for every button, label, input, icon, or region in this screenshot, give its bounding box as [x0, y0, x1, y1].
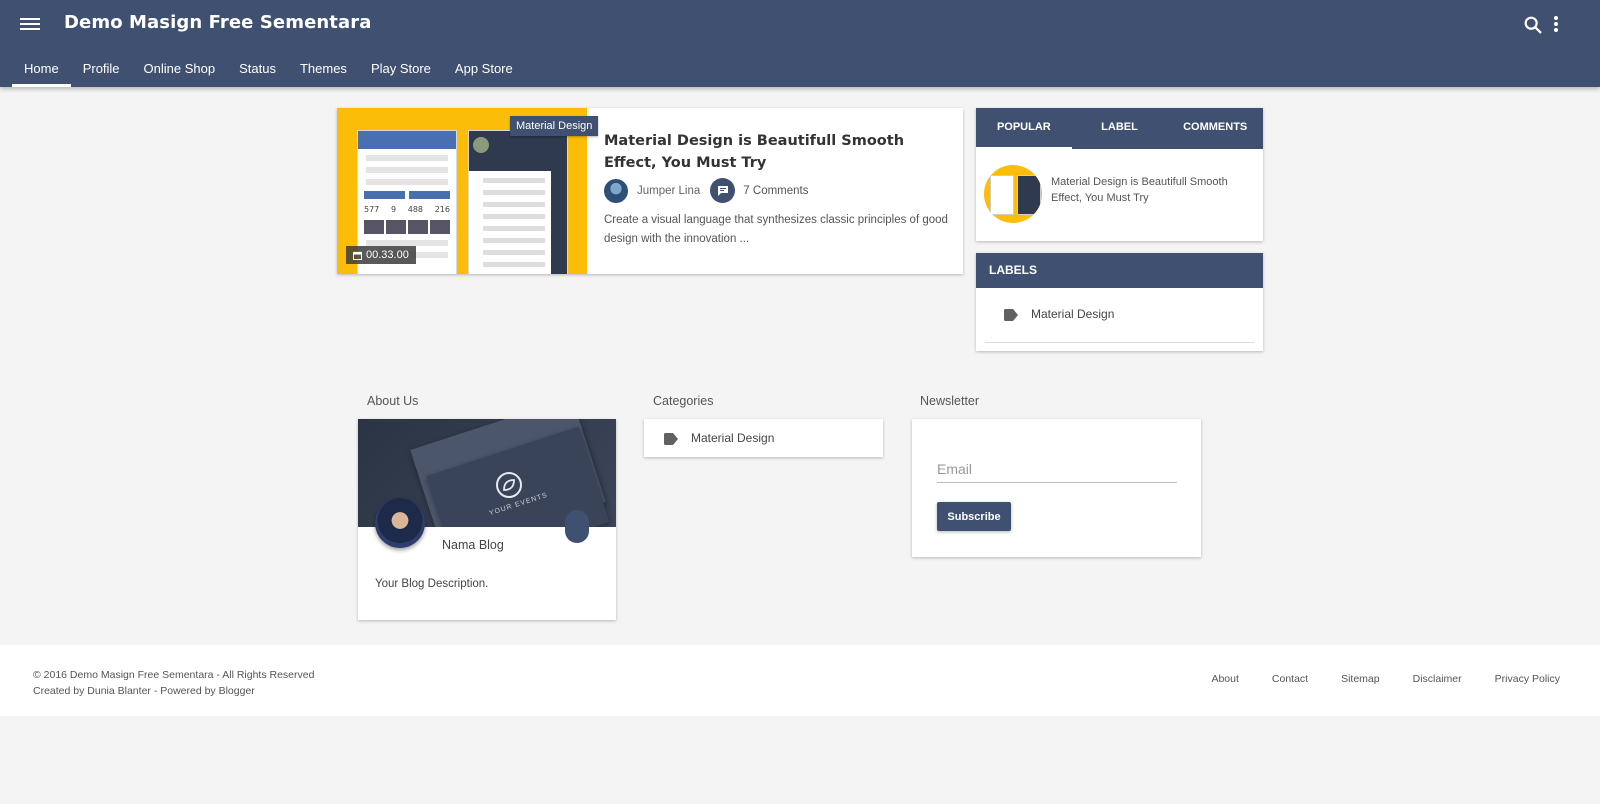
calendar-icon [353, 251, 362, 260]
tag-icon [664, 433, 678, 445]
footer-link-contact[interactable]: Contact [1272, 673, 1308, 685]
post-title[interactable]: Material Design is Beautifull Smooth Eff… [604, 130, 944, 174]
categories-widget-title: Categories [653, 394, 714, 408]
about-widget-title: About Us [367, 394, 419, 408]
post-excerpt: Create a visual language that synthesize… [604, 214, 948, 245]
blog-description: Your Blog Description. [375, 578, 489, 590]
footer-link-privacy-policy[interactable]: Privacy Policy [1495, 673, 1560, 685]
thumb-stats: 577 9 488 216 [364, 205, 450, 214]
copyright-text: © 2016 Demo Masign Free Sementara - All … [33, 669, 315, 681]
nav-item-home[interactable]: Home [12, 54, 71, 87]
menu-icon[interactable] [20, 15, 40, 35]
popular-post-item[interactable]: Material Design is Beautifull Smooth Eff… [984, 165, 1251, 223]
post-time-badge: 00.33.00 [346, 246, 416, 264]
tab-label[interactable]: LABEL [1072, 108, 1168, 149]
footer-links: About Contact Sitemap Disclaimer Privacy… [1211, 673, 1560, 685]
tag-icon [1004, 309, 1018, 321]
labels-widget-title: LABELS [976, 253, 1263, 288]
footer-link-sitemap[interactable]: Sitemap [1341, 673, 1380, 685]
nav-item-themes[interactable]: Themes [288, 54, 359, 87]
email-field[interactable] [937, 455, 1177, 483]
newsletter-widget: Subscribe [912, 419, 1201, 557]
post-card: 577 9 488 216 00.33.00 Material Design M… [337, 108, 963, 274]
footer-copyright: © 2016 Demo Masign Free Sementara - All … [33, 667, 314, 699]
nav-item-play-store[interactable]: Play Store [359, 54, 443, 87]
nav-item-profile[interactable]: Profile [71, 54, 132, 87]
top-app-bar: Demo Masign Free Sementara Home Profile … [0, 0, 1600, 87]
tab-comments[interactable]: COMMENTS [1167, 108, 1263, 149]
main-nav: Home Profile Online Shop Status Themes P… [12, 54, 525, 87]
author-name[interactable]: Jumper Lina [637, 185, 700, 197]
popular-post-thumbnail [984, 165, 1042, 223]
sidebar-tabs-widget: POPULAR LABEL COMMENTS Material Design i… [976, 108, 1263, 241]
nav-item-app-store[interactable]: App Store [443, 54, 525, 87]
leaf-icon [496, 472, 522, 498]
fab-button[interactable] [565, 510, 589, 543]
comment-count[interactable]: 7 Comments [743, 185, 808, 197]
search-icon[interactable] [1522, 14, 1544, 36]
blog-name: Nama Blog [442, 538, 504, 552]
nav-item-online-shop[interactable]: Online Shop [132, 54, 228, 87]
author-avatar [604, 178, 628, 203]
category-item[interactable]: Material Design [644, 419, 883, 457]
footer-link-disclaimer[interactable]: Disclaimer [1413, 673, 1462, 685]
comment-icon [710, 178, 736, 203]
credits-text: Created by Dunia Blanter - Powered by Bl… [33, 685, 255, 697]
post-label-badge[interactable]: Material Design [510, 116, 599, 136]
post-meta: Jumper Lina 7 Comments [604, 178, 808, 203]
footer: © 2016 Demo Masign Free Sementara - All … [0, 645, 1600, 716]
phone-mockup-drawer [468, 130, 568, 274]
about-widget: YOUR EVENTS Nama Blog Your Blog Descript… [358, 419, 616, 620]
tab-popular[interactable]: POPULAR [976, 108, 1072, 149]
label-text: Material Design [1031, 307, 1115, 321]
label-item[interactable]: Material Design [985, 307, 1254, 343]
tabs-bar: POPULAR LABEL COMMENTS [976, 108, 1263, 149]
category-text: Material Design [691, 431, 775, 445]
newsletter-widget-title: Newsletter [920, 394, 980, 408]
nav-item-status[interactable]: Status [227, 54, 288, 87]
footer-link-about[interactable]: About [1211, 673, 1238, 685]
avatar [375, 498, 425, 548]
labels-widget: LABELS Material Design [976, 253, 1263, 351]
subscribe-button[interactable]: Subscribe [937, 502, 1011, 531]
popular-post-title[interactable]: Material Design is Beautifull Smooth Eff… [1051, 174, 1251, 223]
site-title[interactable]: Demo Masign Free Sementara [64, 12, 371, 33]
more-vert-icon[interactable] [1551, 14, 1561, 36]
